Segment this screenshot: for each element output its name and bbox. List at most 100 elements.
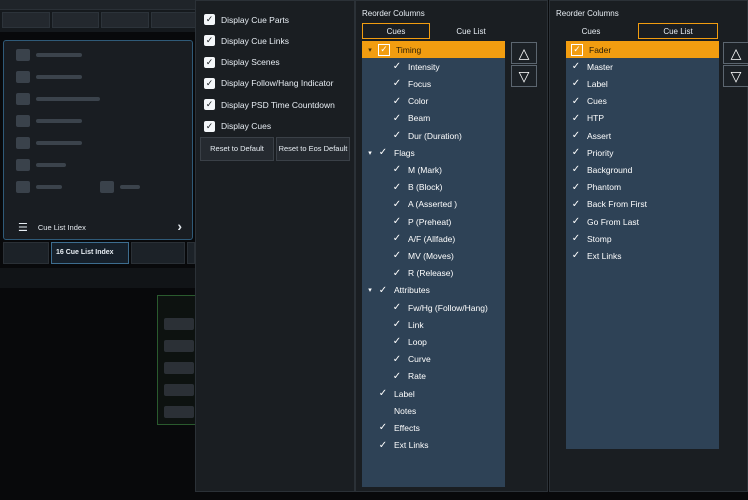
checkmark-icon[interactable]: ✓ — [571, 250, 581, 261]
checkmark-icon[interactable]: ✓ — [378, 440, 388, 451]
checkmark-icon[interactable]: ✓ — [571, 182, 581, 193]
menu-item-blurred[interactable] — [16, 137, 82, 149]
checkmark-icon[interactable]: ✓ — [571, 61, 581, 72]
menu-item-blurred[interactable] — [16, 181, 62, 193]
checkmark-icon[interactable]: ✓ — [392, 130, 402, 141]
checkmark-icon[interactable]: ✓ — [392, 336, 402, 347]
column-list-item[interactable]: ✓ Phantom — [566, 179, 719, 196]
checkmark-icon[interactable]: ✓ — [392, 199, 402, 210]
checkmark-icon[interactable]: ✓ — [571, 113, 581, 124]
checkbox-checked[interactable]: ✓ — [378, 43, 390, 56]
column-list-item[interactable]: ✓ M (Mark) — [362, 161, 505, 178]
checkmark-icon[interactable]: ✓ — [392, 61, 402, 72]
checkmark-icon[interactable]: ✓ — [571, 78, 581, 89]
checkbox[interactable]: ✓ — [204, 99, 215, 111]
column-list-item[interactable]: ✓ B (Block) — [362, 179, 505, 196]
checkmark-icon[interactable]: ✓ — [392, 250, 402, 261]
column-list-item[interactable]: ✓ Rate — [362, 368, 505, 385]
column-list-item[interactable]: ✓ Background — [566, 161, 719, 178]
column-list-item[interactable]: ✓ R (Release) — [362, 265, 505, 282]
column-list-item[interactable]: ✓ Intensity — [362, 58, 505, 75]
move-down-button[interactable]: ▽ — [723, 65, 748, 87]
option-row[interactable]: ✓ Display Scenes — [204, 54, 280, 71]
checkmark-icon[interactable]: ✓ — [392, 371, 402, 382]
column-list-item[interactable]: ✓ Dur (Duration) — [362, 127, 505, 144]
move-down-button[interactable]: ▽ — [511, 65, 537, 87]
column-list[interactable]: ✓ Fader ✓ Master ✓ Label ✓ Cues ✓ HTP ✓ Assert ✓ Prio… — [566, 41, 719, 449]
tab-blurred[interactable] — [3, 242, 49, 264]
column-list-item[interactable]: ✓ Priority — [566, 144, 719, 161]
checkmark-icon[interactable]: ✓ — [392, 319, 402, 330]
expand-caret-icon[interactable]: ▾ — [366, 46, 374, 54]
checkmark-icon[interactable]: ✓ — [378, 285, 388, 296]
checkmark-icon[interactable]: ✓ — [392, 164, 402, 175]
move-up-button[interactable]: △ — [511, 42, 537, 64]
reset-to-default-button[interactable]: Reset to Default — [200, 137, 274, 161]
column-list-item[interactable]: ✓ HTP — [566, 110, 719, 127]
column-list-item[interactable]: ✓ Label — [362, 385, 505, 402]
column-list-item[interactable]: ✓ Master — [566, 58, 719, 75]
tab-cues[interactable]: Cues — [556, 23, 626, 39]
column-list-item[interactable]: ✓ Beam — [362, 110, 505, 127]
checkmark-icon[interactable]: ✓ — [571, 147, 581, 158]
menu-item-blurred[interactable] — [100, 181, 140, 193]
checkbox[interactable]: ✓ — [204, 77, 215, 89]
checkmark-icon[interactable]: ✓ — [571, 233, 581, 244]
menu-item-blurred[interactable] — [16, 71, 82, 83]
tab-blurred[interactable] — [131, 242, 185, 264]
column-list-item[interactable]: ▾ ✓ Attributes — [362, 282, 505, 299]
tab-blurred[interactable] — [187, 242, 195, 264]
column-list-item[interactable]: ✓ Fw/Hg (Follow/Hang) — [362, 299, 505, 316]
expand-caret-icon[interactable]: ▾ — [366, 286, 374, 294]
tab-cues[interactable]: Cues — [362, 23, 430, 39]
checkmark-icon[interactable]: ✓ — [392, 216, 402, 227]
checkmark-icon[interactable]: ✓ — [392, 113, 402, 124]
column-list-item[interactable]: ✓ P (Preheat) — [362, 213, 505, 230]
checkmark-icon[interactable]: ✓ — [571, 130, 581, 141]
option-row[interactable]: ✓ Display PSD Time Countdown — [204, 96, 335, 113]
column-list-item[interactable]: ✓ Label — [566, 75, 719, 92]
column-list-item[interactable]: ✓ Link — [362, 316, 505, 333]
column-list-item[interactable]: ✓ Color — [362, 93, 505, 110]
column-list-item[interactable]: ✓ Focus — [362, 75, 505, 92]
column-list[interactable]: ▾ ✓ Timing ✓ Intensity ✓ Focus ✓ Color ✓ Beam ✓ Dur … — [362, 41, 505, 487]
column-list-item[interactable]: ✓ Go From Last — [566, 213, 719, 230]
option-row[interactable]: ✓ Display Cues — [204, 118, 271, 135]
checkmark-icon[interactable]: ✓ — [571, 199, 581, 210]
checkbox[interactable]: ✓ — [204, 56, 215, 68]
column-list-item[interactable]: ✓ Effects — [362, 419, 505, 436]
checkbox-checked[interactable]: ✓ — [571, 43, 583, 56]
checkmark-icon[interactable]: ✓ — [392, 268, 402, 279]
checkbox[interactable]: ✓ — [204, 120, 215, 132]
expand-caret-icon[interactable]: ▾ — [366, 149, 374, 157]
column-list-item[interactable]: ▾ ✓ Flags — [362, 144, 505, 161]
checkmark-icon[interactable]: ✓ — [392, 78, 402, 89]
column-list-item[interactable]: ✓ Curve — [362, 351, 505, 368]
tab-cue-list[interactable]: Cue List — [436, 23, 506, 39]
checkmark-icon[interactable]: ✓ — [392, 302, 402, 313]
checkmark-icon[interactable]: ✓ — [392, 233, 402, 244]
checkmark-icon[interactable]: ✓ — [378, 422, 388, 433]
column-list-item[interactable]: Notes — [362, 402, 505, 419]
column-list-item[interactable]: ✓ A/F (Allfade) — [362, 230, 505, 247]
tab-cue-list-index[interactable]: 16 Cue List Index — [51, 242, 129, 264]
column-list-item[interactable]: ✓ MV (Moves) — [362, 247, 505, 264]
checkmark-icon[interactable]: ✓ — [392, 354, 402, 365]
column-list-item[interactable]: ✓ A (Asserted ) — [362, 196, 505, 213]
column-list-item[interactable]: ✓ Ext Links — [362, 437, 505, 454]
menu-item-blurred[interactable] — [16, 93, 100, 105]
checkbox[interactable]: ✓ — [204, 35, 215, 47]
checkmark-icon[interactable]: ✓ — [378, 388, 388, 399]
option-row[interactable]: ✓ Display Cue Parts — [204, 11, 289, 28]
column-list-item[interactable]: ✓ Ext Links — [566, 247, 719, 264]
option-row[interactable]: ✓ Display Follow/Hang Indicator — [204, 75, 333, 92]
menu-item-blurred[interactable] — [16, 115, 82, 127]
checkmark-icon[interactable]: ✓ — [392, 182, 402, 193]
reset-to-eos-default-button[interactable]: Reset to Eos Default — [276, 137, 350, 161]
menu-item-blurred[interactable] — [16, 159, 66, 171]
column-list-item[interactable]: ▾ ✓ Timing — [362, 41, 505, 59]
checkmark-icon[interactable]: ✓ — [378, 147, 388, 158]
column-list-item[interactable]: ✓ Back From First — [566, 196, 719, 213]
checkbox[interactable]: ✓ — [204, 14, 215, 25]
checkmark-icon[interactable]: ✓ — [571, 164, 581, 175]
